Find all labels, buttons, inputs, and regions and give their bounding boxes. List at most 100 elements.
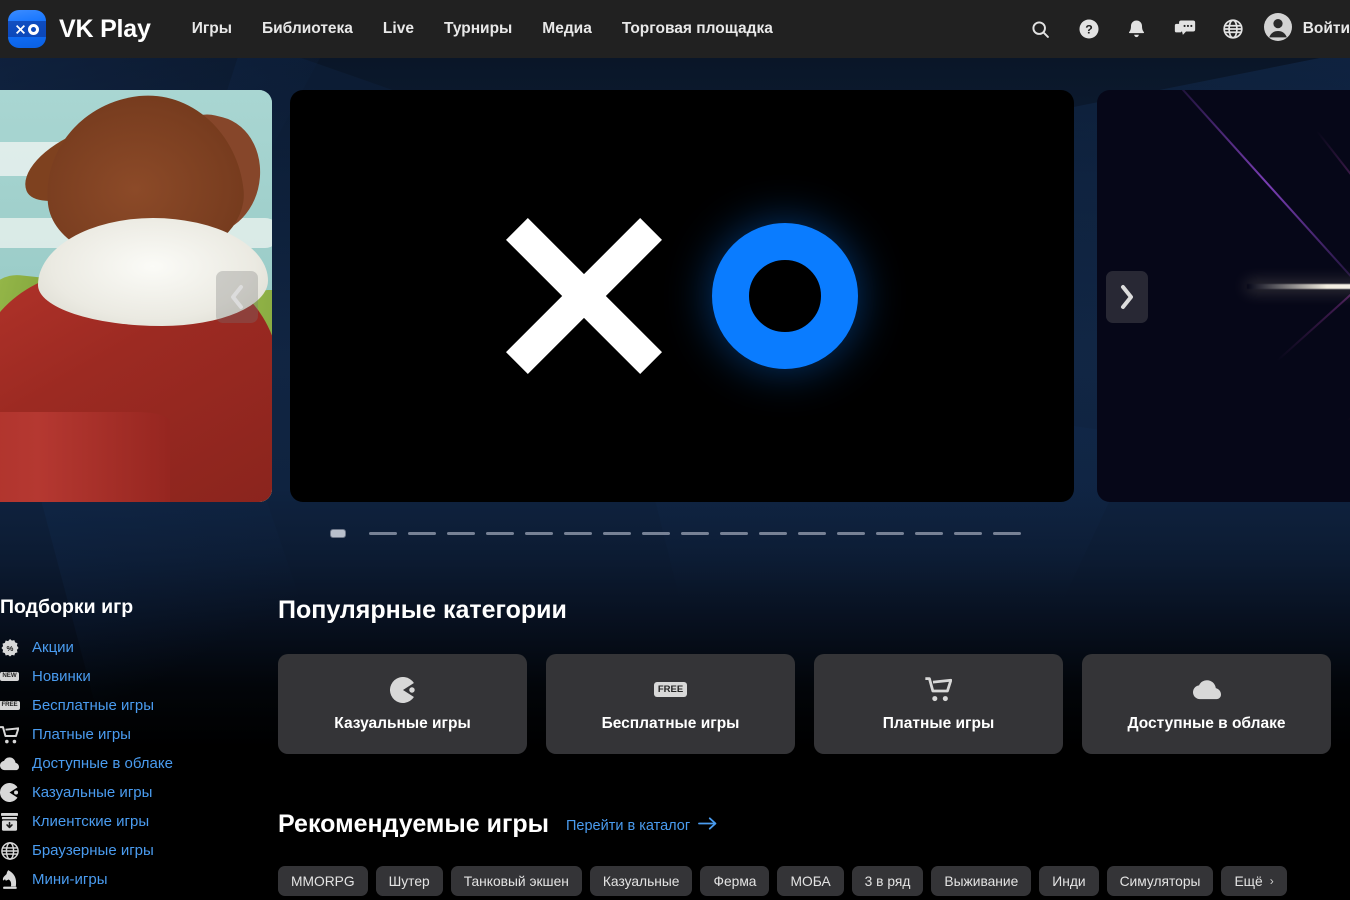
free-badge-text: FREE	[0, 700, 20, 711]
new-badge-icon: NEW	[0, 667, 19, 686]
category-card-cloud[interactable]: Доступные в облаке	[1082, 654, 1331, 754]
user-avatar-icon	[1263, 12, 1293, 47]
logo-o-icon	[27, 23, 39, 35]
recommended-header: Рекомендуемые игры Перейти в каталог	[278, 810, 1350, 839]
carousel-indicator[interactable]	[447, 531, 475, 535]
carousel-indicator[interactable]	[369, 531, 397, 535]
carousel-next-button[interactable]	[1106, 271, 1148, 323]
sidebar-title: Подборки игр	[0, 596, 134, 618]
carousel-indicator[interactable]	[915, 531, 943, 535]
sidebar-item-paid-games[interactable]: Платные игры	[0, 720, 270, 749]
carousel-indicator[interactable]	[603, 531, 631, 535]
carousel-indicator[interactable]	[798, 531, 826, 535]
genre-tag[interactable]: Танковый экшен	[450, 866, 582, 896]
pacman-icon	[389, 676, 416, 704]
recommended-games-title: Рекомендуемые игры	[278, 810, 549, 838]
sidebar-item-label: Доступные в облаке	[32, 755, 173, 772]
free-badge-icon: FREE	[0, 696, 20, 715]
carousel-indicator[interactable]	[837, 531, 865, 535]
sidebar-item-new[interactable]: NEW Новинки	[0, 662, 270, 691]
carousel-prev-button[interactable]	[216, 271, 258, 323]
carousel-indicator-active[interactable]	[330, 528, 346, 538]
shopping-cart-icon	[0, 725, 19, 744]
genre-tag[interactable]: Шутер	[375, 866, 443, 896]
genre-tag[interactable]: Выживание	[931, 866, 1032, 896]
main-nav: Игры Библиотека Live Турниры Медиа Торго…	[177, 14, 788, 44]
cloud-icon	[1192, 676, 1221, 704]
genre-tag[interactable]: Казуальные	[589, 866, 693, 896]
category-label: Бесплатные игры	[601, 714, 740, 732]
help-icon[interactable]: ?	[1065, 0, 1113, 58]
hero-carousel	[0, 90, 1350, 505]
arrow-right-icon	[698, 817, 717, 835]
popular-categories-title: Популярные категории	[278, 596, 567, 624]
notifications-bell-icon[interactable]	[1113, 0, 1161, 58]
svg-text:?: ?	[1085, 23, 1093, 37]
nav-item-media[interactable]: Медиа	[527, 14, 607, 44]
nav-item-tournaments[interactable]: Турниры	[429, 14, 527, 44]
top-header: VK Play Игры Библиотека Live Турниры Мед…	[0, 0, 1350, 58]
carousel-indicator[interactable]	[993, 531, 1021, 535]
sidebar-item-client-games[interactable]: Клиентские игры	[0, 807, 270, 836]
search-icon[interactable]	[1017, 0, 1065, 58]
vkplay-xo-logo-icon	[8, 10, 46, 48]
nav-item-library[interactable]: Библиотека	[247, 14, 368, 44]
carousel-indicator[interactable]	[681, 531, 709, 535]
shopping-cart-icon	[925, 676, 952, 704]
carousel-slide-active[interactable]	[290, 90, 1074, 502]
carousel-indicator[interactable]	[720, 531, 748, 535]
carousel-indicator[interactable]	[564, 531, 592, 535]
logo-o-icon	[712, 223, 858, 369]
genre-tag[interactable]: MMORPG	[278, 866, 368, 896]
category-card-free[interactable]: FREE Бесплатные игры	[546, 654, 795, 754]
sidebar-item-cloud[interactable]: Доступные в облаке	[0, 749, 270, 778]
sidebar-item-label: Акции	[32, 639, 74, 656]
genre-tag[interactable]: Симуляторы	[1106, 866, 1214, 896]
main-content: Популярные категории Казуальные игры FRE…	[278, 596, 1350, 896]
go-to-catalog-link[interactable]: Перейти в каталог	[566, 817, 717, 839]
catalog-link-label: Перейти в каталог	[566, 818, 691, 834]
sidebar-item-label: Мини-игры	[32, 871, 108, 888]
download-box-icon	[0, 812, 19, 831]
nav-item-games[interactable]: Игры	[177, 14, 247, 44]
logo-x-icon	[15, 24, 25, 34]
sidebar-collections: Подборки игр % Акции NEW Новинки FREE Бе…	[0, 596, 270, 894]
brand-logo[interactable]: VK Play	[0, 10, 151, 48]
carousel-indicator[interactable]	[759, 531, 787, 535]
chat-icon[interactable]	[1161, 0, 1209, 58]
category-card-paid[interactable]: Платные игры	[814, 654, 1063, 754]
more-tag-label: Ещё	[1234, 873, 1263, 889]
sidebar-item-casual-games[interactable]: Казуальные игры	[0, 778, 270, 807]
category-label: Платные игры	[882, 714, 995, 732]
carousel-indicator[interactable]	[642, 531, 670, 535]
sidebar-item-label: Браузерные игры	[32, 842, 154, 859]
carousel-indicator[interactable]	[525, 531, 553, 535]
genre-tag[interactable]: Ферма	[700, 866, 770, 896]
globe-icon	[0, 841, 19, 860]
carousel-indicator[interactable]	[954, 531, 982, 535]
language-globe-icon[interactable]	[1209, 0, 1257, 58]
genre-tag-more[interactable]: Ещё ›	[1221, 866, 1287, 896]
category-card-casual[interactable]: Казуальные игры	[278, 654, 527, 754]
sidebar-item-label: Бесплатные игры	[32, 697, 154, 714]
sidebar-item-label: Новинки	[32, 668, 91, 685]
genre-tag[interactable]: МОБА	[777, 866, 844, 896]
sidebar-item-browser-games[interactable]: Браузерные игры	[0, 836, 270, 865]
carousel-indicator[interactable]	[408, 531, 436, 535]
brand-name: VK Play	[59, 14, 151, 43]
logo-x-icon	[506, 218, 662, 374]
header-actions: ? Войти	[1017, 0, 1350, 58]
login-button[interactable]: Войти	[1257, 12, 1350, 47]
sidebar-item-label: Казуальные игры	[32, 784, 153, 801]
carousel-indicator[interactable]	[486, 531, 514, 535]
nav-item-live[interactable]: Live	[368, 14, 429, 44]
sidebar-item-mini-games[interactable]: Мини-игры	[0, 865, 270, 894]
sidebar-item-promotions[interactable]: % Акции	[0, 633, 270, 662]
genre-tag[interactable]: 3 в ряд	[851, 866, 924, 896]
sidebar-item-label: Клиентские игры	[32, 813, 150, 830]
carousel-indicator[interactable]	[876, 531, 904, 535]
free-badge-icon: FREE	[654, 676, 687, 704]
sidebar-item-free-games[interactable]: FREE Бесплатные игры	[0, 691, 270, 720]
genre-tag[interactable]: Инди	[1039, 866, 1099, 896]
nav-item-marketplace[interactable]: Торговая площадка	[607, 14, 788, 44]
